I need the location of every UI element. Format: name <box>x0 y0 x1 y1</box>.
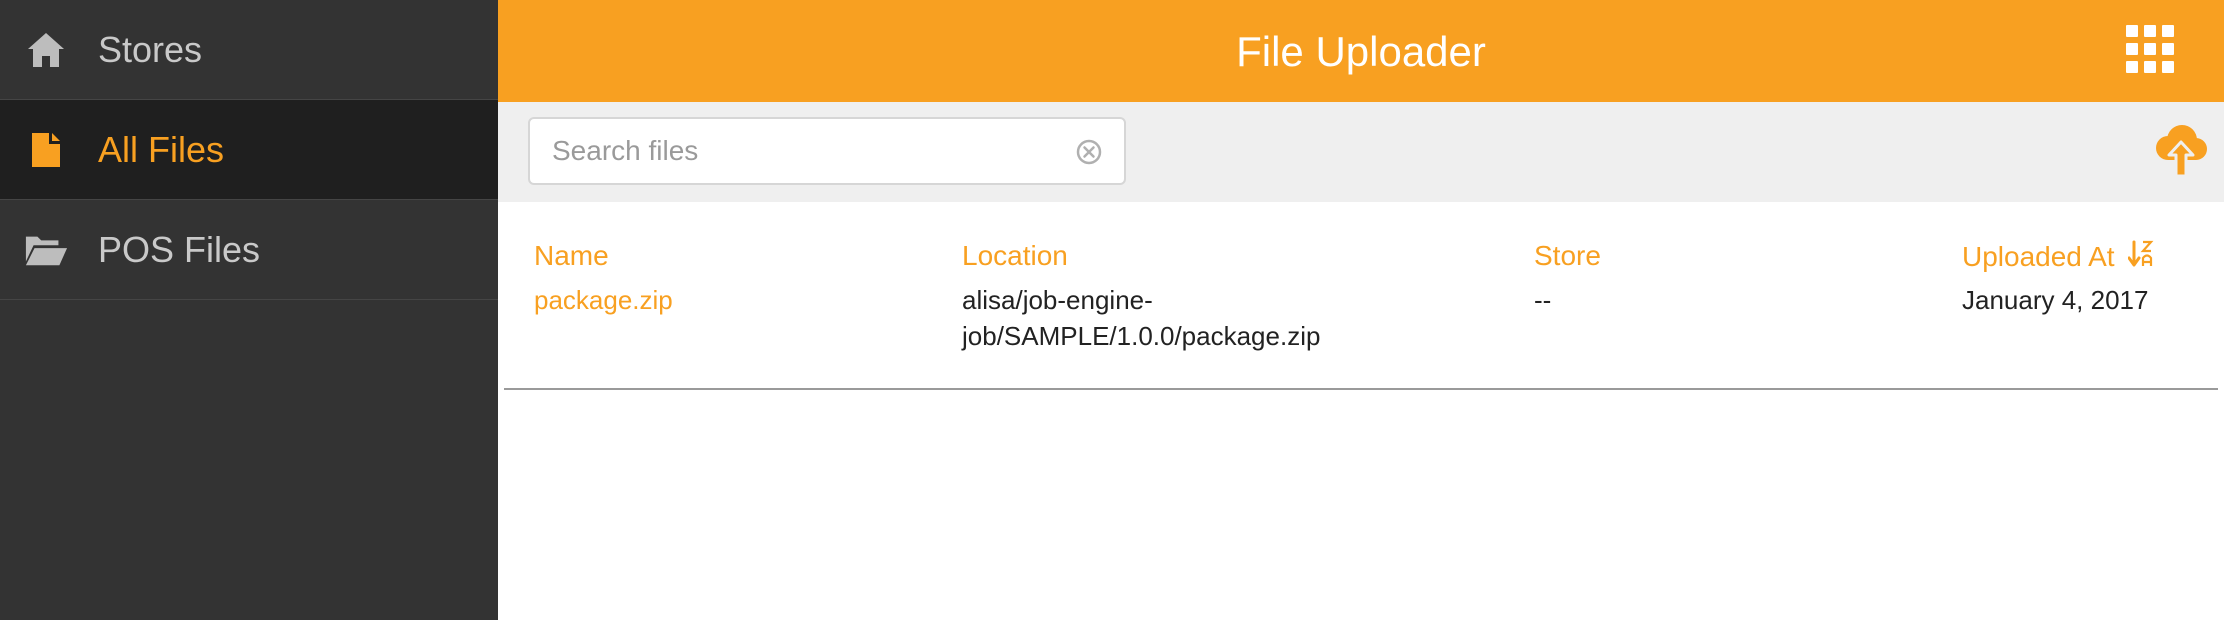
clear-circle-icon <box>1076 139 1102 165</box>
search-input[interactable] <box>530 119 1050 183</box>
grid-apps-icon <box>2126 25 2174 73</box>
page-title: File Uploader <box>1236 28 1486 75</box>
home-icon <box>24 30 68 70</box>
search-box <box>528 117 1126 185</box>
file-uploaded-at: January 4, 2017 <box>1962 285 2149 315</box>
column-header-name[interactable]: Name <box>534 240 609 272</box>
folder-open-icon <box>24 230 68 270</box>
column-header-store[interactable]: Store <box>1534 240 1601 272</box>
sidebar-item-label: POS Files <box>98 228 261 270</box>
sidebar-item-label: All Files <box>98 128 225 170</box>
sidebar: Stores All Files POS Files <box>0 0 498 620</box>
file-location: alisa/job-engine-job/SAMPLE/1.0.0/packag… <box>962 285 1321 351</box>
upload-button[interactable] <box>2152 122 2210 178</box>
toolbar <box>498 102 2224 202</box>
column-header-label: Uploaded At <box>1962 241 2115 272</box>
file-store: -- <box>1534 285 1552 315</box>
app-header: File Uploader <box>498 0 2224 102</box>
sidebar-item-all-files[interactable]: All Files <box>0 100 498 200</box>
files-table: Name Location Store Uploaded At package.… <box>504 202 2218 390</box>
column-header-uploaded-at[interactable]: Uploaded At <box>1962 240 2154 275</box>
sidebar-item-pos-files[interactable]: POS Files <box>0 200 498 300</box>
file-icon <box>24 130 68 170</box>
apps-menu-button[interactable] <box>2126 25 2174 73</box>
sidebar-item-label: Stores <box>98 28 203 70</box>
table-header: Name Location Store Uploaded At <box>504 202 2218 282</box>
sort-alpha-desc-icon <box>2127 240 2154 275</box>
column-header-location[interactable]: Location <box>962 240 1382 272</box>
clear-search-button[interactable] <box>1076 139 1102 165</box>
file-name-link[interactable]: package.zip <box>534 282 673 318</box>
sidebar-item-stores[interactable]: Stores <box>0 0 498 100</box>
cloud-upload-icon <box>2156 125 2207 178</box>
table-row: package.zip alisa/job-engine-job/SAMPLE/… <box>504 282 2218 390</box>
